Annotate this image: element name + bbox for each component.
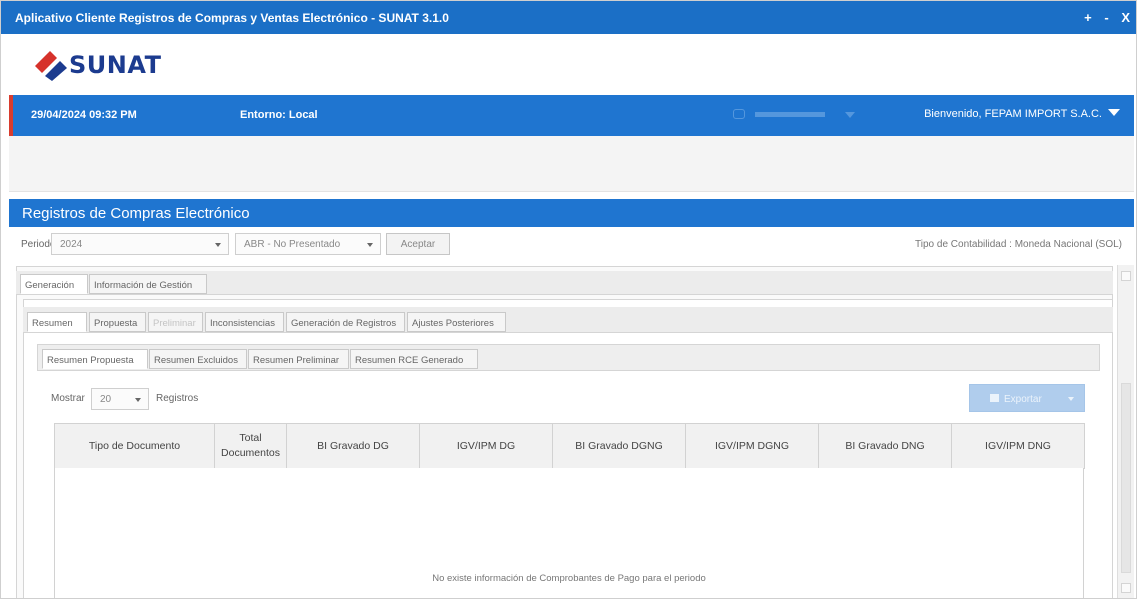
- tab-strip-level2: Resumen Propuesta Preliminar Inconsisten…: [23, 307, 1113, 333]
- close-button[interactable]: X: [1121, 10, 1130, 25]
- panel-title: Registros de Compras Electrónico: [22, 205, 250, 222]
- column-header[interactable]: BI Gravado DNG: [818, 423, 952, 469]
- tab-informacion-gestion[interactable]: Información de Gestión: [89, 274, 207, 294]
- scroll-up-button[interactable]: [1121, 271, 1131, 281]
- export-button[interactable]: Exportar: [969, 384, 1085, 412]
- tab-resumen-excluidos[interactable]: Resumen Excluidos: [149, 349, 247, 369]
- vertical-scrollbar[interactable]: [1117, 265, 1134, 598]
- year-select[interactable]: 2024: [51, 233, 229, 255]
- tab-strip-level1: Generación Información de Gestión: [16, 271, 1113, 295]
- logo-text: SUNAT: [69, 51, 162, 79]
- user-menu[interactable]: Bienvenido, FEPAM IMPORT S.A.C.: [924, 108, 1120, 120]
- notification-icon: [733, 109, 745, 119]
- datetime-label: 29/04/2024 09:32 PM: [31, 109, 137, 121]
- session-bar: 29/04/2024 09:32 PM Entorno: Local Bienv…: [9, 95, 1134, 136]
- show-label: Mostrar: [51, 393, 85, 404]
- user-greeting: Bienvenido, FEPAM IMPORT S.A.C.: [924, 108, 1102, 120]
- tab-preliminar[interactable]: Preliminar: [148, 312, 203, 332]
- month-select[interactable]: ABR - No Presentado: [235, 233, 381, 255]
- caret-down-icon: [1068, 397, 1074, 401]
- summary-table: Tipo de Documento Total Documentos BI Gr…: [54, 423, 1085, 469]
- caret-down-icon: [1108, 109, 1120, 116]
- accounting-type-label: Tipo de Contabilidad : Moneda Nacional (…: [915, 239, 1122, 250]
- download-icon: [990, 394, 999, 402]
- page-size-select[interactable]: 20: [91, 388, 149, 410]
- tab-resumen[interactable]: Resumen: [27, 312, 87, 332]
- tab-resumen-propuesta[interactable]: Resumen Propuesta: [42, 349, 148, 369]
- page-size-value: 20: [100, 394, 112, 405]
- environment-label: Entorno: Local: [240, 109, 318, 121]
- month-value: ABR - No Presentado: [244, 239, 341, 250]
- tab-ajustes-posteriores[interactable]: Ajustes Posteriores: [407, 312, 506, 332]
- export-label: Exportar: [1004, 394, 1042, 405]
- dropdown-arrow-icon: [367, 243, 373, 247]
- hidden-menu-text: [755, 112, 825, 117]
- empty-message: No existe información de Comprobantes de…: [432, 573, 706, 584]
- tab-generacion-registros[interactable]: Generación de Registros: [286, 312, 405, 332]
- tab-resumen-rce-generado[interactable]: Resumen RCE Generado: [350, 349, 478, 369]
- sunat-diamond-logo-icon: [35, 51, 67, 81]
- column-header[interactable]: IGV/IPM DG: [419, 423, 553, 469]
- dropdown-arrow-icon: [135, 398, 141, 402]
- tab-inconsistencias[interactable]: Inconsistencias: [205, 312, 284, 332]
- table-body-empty: No existe información de Comprobantes de…: [54, 468, 1084, 598]
- tab-strip-level3: Resumen Propuesta Resumen Excluidos Resu…: [37, 344, 1100, 371]
- records-label: Registros: [156, 393, 199, 404]
- app-window: Aplicativo Cliente Registros de Compras …: [0, 0, 1137, 599]
- scroll-thumb[interactable]: [1121, 383, 1131, 573]
- dropdown-arrow-icon: [215, 243, 221, 247]
- year-value: 2024: [60, 239, 83, 250]
- window-title: Aplicativo Cliente Registros de Compras …: [15, 11, 449, 25]
- column-header[interactable]: BI Gravado DGNG: [552, 423, 686, 469]
- scroll-down-button[interactable]: [1121, 583, 1131, 593]
- chevron-down-icon: [845, 112, 855, 118]
- maximize-button[interactable]: +: [1084, 10, 1092, 25]
- period-filters: Periodo: 2024 ABR - No Presentado Acepta…: [9, 230, 1134, 260]
- minimize-button[interactable]: -: [1104, 10, 1108, 25]
- tab-resumen-preliminar[interactable]: Resumen Preliminar: [248, 349, 349, 369]
- column-header[interactable]: BI Gravado DG: [286, 423, 420, 469]
- sunat-logo: SUNAT: [33, 45, 203, 85]
- toolbar-band: [9, 136, 1134, 192]
- tab-generacion[interactable]: Generación: [20, 274, 88, 294]
- column-header[interactable]: Total Documentos: [214, 423, 287, 469]
- tab-propuesta[interactable]: Propuesta: [89, 312, 146, 332]
- title-bar[interactable]: Aplicativo Cliente Registros de Compras …: [1, 1, 1136, 34]
- column-header[interactable]: Tipo de Documento: [54, 423, 215, 469]
- accept-button[interactable]: Aceptar: [386, 233, 450, 255]
- window-controls: + - X: [1075, 10, 1130, 25]
- panel-header: Registros de Compras Electrónico: [9, 199, 1134, 227]
- column-header[interactable]: IGV/IPM DNG: [951, 423, 1085, 469]
- hidden-menu: [733, 107, 863, 123]
- table-header-row: Tipo de Documento Total Documentos BI Gr…: [54, 423, 1085, 469]
- column-header[interactable]: IGV/IPM DGNG: [685, 423, 819, 469]
